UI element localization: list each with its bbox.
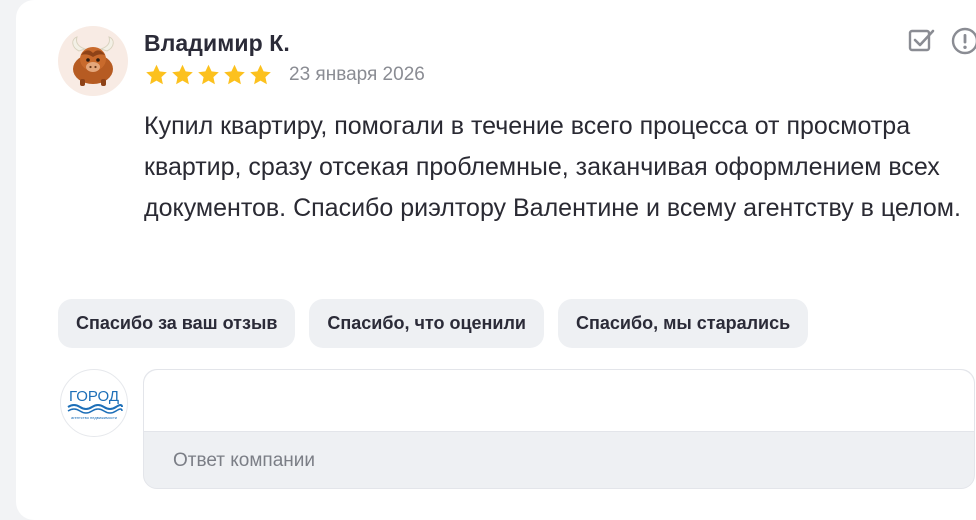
review-text: Купил квартиру, помогали в течение всего…: [144, 112, 961, 222]
company-logo-text: ГОРОД: [69, 388, 119, 405]
review-date: 23 января 2026: [289, 64, 425, 85]
company-logo: ГОРОД агентство недвижимости: [60, 369, 128, 437]
rating-stars: [144, 63, 273, 87]
company-logo-subtext: агентство недвижимости: [71, 415, 117, 420]
star-icon: [170, 63, 195, 87]
star-icon: [196, 63, 221, 87]
yak-avatar-icon: [72, 36, 114, 86]
quick-reply-thanks-rating[interactable]: Спасибо, что оценили: [309, 299, 544, 348]
star-icon: [222, 63, 247, 87]
quick-reply-list: Спасибо за ваш отзыв Спасибо, что оценил…: [58, 299, 809, 348]
review-card: Владимир К. 23 января 2026 Купил квартир…: [16, 0, 976, 520]
checkbox-check-icon[interactable]: [906, 26, 936, 61]
company-reply-box: Ответ компании: [143, 369, 975, 489]
quick-reply-we-tried[interactable]: Спасибо, мы старались: [558, 299, 809, 348]
reply-input[interactable]: [144, 370, 974, 432]
reply-placeholder: Ответ компании: [173, 450, 316, 471]
reviewer-avatar[interactable]: [58, 26, 128, 96]
reviewer-name[interactable]: Владимир К.: [144, 30, 290, 57]
review-actions: [906, 26, 976, 61]
exclamation-circle-icon[interactable]: [950, 26, 976, 61]
quick-reply-thanks-review[interactable]: Спасибо за ваш отзыв: [58, 299, 296, 348]
star-icon: [248, 63, 273, 87]
star-icon: [144, 63, 169, 87]
